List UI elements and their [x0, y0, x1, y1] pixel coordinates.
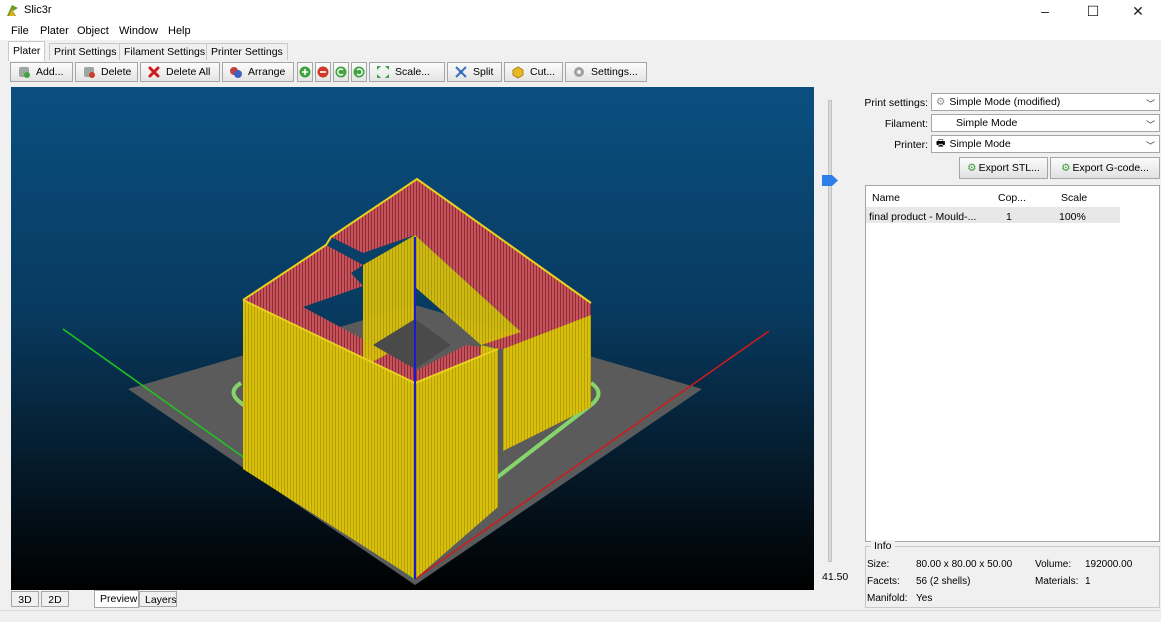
tab-print-settings[interactable]: Print Settings [49, 43, 122, 60]
delete-icon [82, 65, 96, 79]
object-copies-cell: 1 [1006, 211, 1012, 223]
gear-icon [572, 65, 586, 79]
tab-filament-settings[interactable]: Filament Settings [119, 43, 211, 60]
cut-button[interactable]: Cut... [504, 62, 563, 82]
printer-value: Simple Mode [949, 138, 1011, 150]
object-scale-cell: 100% [1059, 211, 1086, 223]
facets-label: Facets: [867, 576, 900, 587]
decrease-copies-icon [317, 66, 329, 78]
export-stl-label: Export STL... [978, 162, 1040, 174]
rotate-right-icon [353, 66, 365, 78]
menu-help[interactable]: Help [168, 25, 191, 37]
delete-label: Delete [101, 66, 132, 78]
delete-all-icon [147, 65, 161, 79]
layer-slider-track[interactable] [828, 100, 832, 562]
column-header-copies[interactable]: Cop... [998, 192, 1026, 204]
materials-label: Materials: [1035, 576, 1079, 587]
scale-label: Scale... [395, 66, 431, 78]
view-tab-preview[interactable]: Preview [94, 590, 139, 608]
tab-printer-settings[interactable]: Printer Settings [206, 43, 288, 60]
delete-all-button[interactable]: Delete All [140, 62, 220, 82]
view-tab-3d[interactable]: 3D [11, 591, 39, 607]
rotate-right-button[interactable] [351, 62, 367, 82]
settings-button[interactable]: Settings... [565, 62, 647, 82]
manifold-label: Manifold: [867, 593, 908, 604]
delete-button[interactable]: Delete [75, 62, 138, 82]
split-button[interactable]: Split [447, 62, 502, 82]
arrange-label: Arrange [248, 66, 286, 78]
cut-icon [511, 65, 525, 79]
layer-height-readout: 41.50 [822, 571, 849, 583]
close-button[interactable]: ✕ [1115, 0, 1161, 22]
menu-window[interactable]: Window [119, 25, 158, 37]
column-header-name[interactable]: Name [872, 192, 900, 204]
delete-all-label: Delete All [166, 66, 211, 78]
gear-icon: ⚙ [936, 96, 946, 108]
3d-preview-canvas[interactable] [11, 87, 814, 590]
export-stl-button[interactable]: ⚙ Export STL... [959, 157, 1048, 179]
title-bar [0, 0, 1161, 22]
object-name-cell: final product - Mould-... [869, 211, 977, 223]
info-title: Info [871, 540, 895, 552]
maximize-button[interactable]: ☐ [1070, 0, 1116, 22]
slic3r-logo-icon [7, 5, 18, 16]
scale-button[interactable]: Scale... [369, 62, 445, 82]
menu-object[interactable]: Object [77, 25, 109, 37]
status-bar [0, 610, 1161, 622]
minimize-button[interactable]: – [1022, 0, 1068, 22]
decrease-copies-button[interactable] [315, 62, 331, 82]
add-icon [17, 65, 31, 79]
filament-value: Simple Mode [956, 117, 1018, 129]
layer-slider-panel [816, 87, 860, 590]
export-icon: ⚙ [967, 162, 977, 174]
size-label: Size: [867, 559, 890, 570]
layer-slider-thumb[interactable] [822, 175, 838, 186]
print-settings-select[interactable]: ⚙ Simple Mode (modified) ﹀ [931, 93, 1160, 111]
export-gcode-button[interactable]: ⚙ Export G-code... [1050, 157, 1160, 179]
chevron-down-icon: ﹀ [1145, 141, 1155, 151]
manifold-value: Yes [916, 593, 933, 604]
add-label: Add... [36, 66, 64, 78]
printer-label: Printer: [894, 139, 928, 151]
volume-label: Volume: [1035, 559, 1072, 570]
filament-select[interactable]: Simple Mode ﹀ [931, 114, 1160, 132]
volume-value: 192000.00 [1085, 559, 1133, 570]
split-icon [454, 65, 468, 79]
printer-select[interactable]: 🖶 Simple Mode ﹀ [931, 135, 1160, 153]
inner-wall-notch [481, 345, 498, 387]
preview-scene [62, 177, 770, 585]
export-icon: ⚙ [1061, 162, 1071, 174]
add-button[interactable]: Add... [10, 62, 73, 82]
size-value: 80.00 x 80.00 x 50.00 [916, 559, 1013, 570]
column-header-scale[interactable]: Scale [1061, 192, 1087, 204]
split-label: Split [473, 66, 494, 78]
print-settings-label: Print settings: [864, 97, 928, 109]
chevron-down-icon: ﹀ [1145, 99, 1155, 109]
filament-label: Filament: [884, 118, 928, 130]
menu-file[interactable]: File [11, 25, 29, 37]
materials-value: 1 [1085, 576, 1091, 587]
rotate-left-button[interactable] [333, 62, 349, 82]
menu-plater[interactable]: Plater [40, 25, 69, 37]
increase-copies-icon [299, 66, 311, 78]
settings-label: Settings... [591, 66, 638, 78]
export-gcode-label: Export G-code... [1072, 162, 1149, 174]
increase-copies-button[interactable] [297, 62, 313, 82]
chevron-down-icon: ﹀ [1145, 120, 1155, 130]
view-tab-layers[interactable]: Layers [139, 591, 177, 607]
tab-plater[interactable]: Plater [8, 41, 46, 61]
view-tab-2d[interactable]: 2D [41, 591, 69, 607]
scale-icon [376, 65, 390, 79]
window-title: Slic3r [24, 4, 52, 16]
arrange-button[interactable]: Arrange [222, 62, 294, 82]
object-list[interactable] [865, 185, 1160, 542]
rotate-left-icon [335, 66, 347, 78]
printer-icon: 🖶 [936, 137, 946, 149]
cut-label: Cut... [530, 66, 556, 78]
info-group [865, 546, 1160, 608]
print-settings-value: Simple Mode (modified) [949, 96, 1061, 108]
facets-value: 56 (2 shells) [916, 576, 971, 587]
arrange-icon [229, 65, 243, 79]
